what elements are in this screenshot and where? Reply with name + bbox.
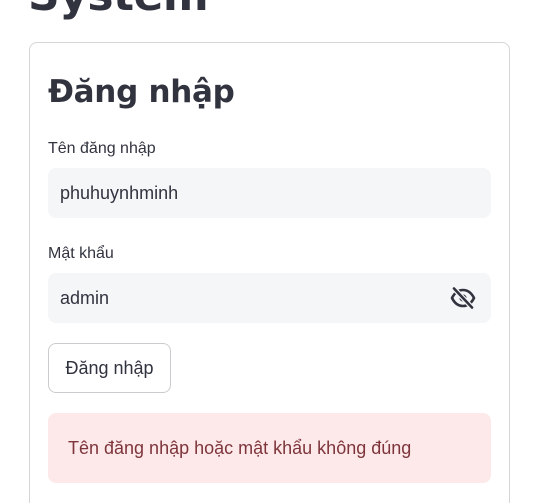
username-value: phuhuynhminh bbox=[60, 183, 179, 203]
login-form-card: Đăng nhập Tên đăng nhập phuhuynhminh Mật… bbox=[29, 42, 510, 503]
error-alert: Tên đăng nhập hoặc mật khẩu không đúng bbox=[48, 413, 491, 483]
password-value: admin bbox=[60, 288, 110, 308]
password-label: Mật khẩu bbox=[48, 245, 114, 262]
password-input[interactable]: admin bbox=[48, 273, 491, 323]
login-page: System Đăng nhập Tên đăng nhập phuhuynhm… bbox=[0, 0, 545, 503]
username-label: Tên đăng nhập bbox=[48, 140, 156, 157]
login-heading: Đăng nhập bbox=[48, 74, 235, 110]
username-input[interactable]: phuhuynhminh bbox=[48, 168, 491, 218]
eye-off-icon[interactable] bbox=[449, 285, 477, 311]
page-title: System bbox=[28, 0, 209, 18]
error-message: Tên đăng nhập hoặc mật khẩu không đúng bbox=[68, 438, 412, 458]
login-submit-button[interactable]: Đăng nhập bbox=[48, 343, 171, 393]
